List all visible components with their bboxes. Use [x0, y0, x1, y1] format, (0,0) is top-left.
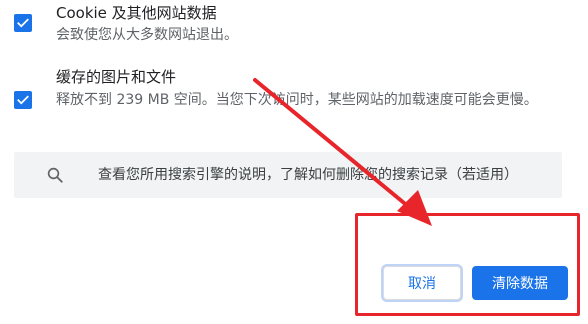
cookies-description: 会致使您从大多数网站退出。 — [56, 27, 238, 43]
annotation-highlight-box — [355, 213, 580, 316]
cookies-checkbox[interactable] — [14, 14, 32, 32]
search-icon — [47, 167, 63, 183]
search-history-text: 查看您所用搜索引擎的说明，了解如何删除您的搜索记录（若适用） — [98, 167, 518, 183]
cookies-title: Cookie 及其他网站数据 — [56, 4, 217, 22]
search-history-link[interactable]: 查看您所用搜索引擎的说明，了解如何删除您的搜索记录（若适用） — [14, 152, 562, 198]
option-cached-files[interactable]: 缓存的图片和文件 释放不到 239 MB 空间。当您下次访问时，某些网站的加载速… — [0, 64, 588, 144]
checkmark-icon — [17, 18, 29, 28]
checkmark-icon — [17, 95, 29, 105]
cached-files-title: 缓存的图片和文件 — [56, 68, 177, 86]
cached-files-checkbox[interactable] — [14, 91, 32, 109]
cached-files-description: 释放不到 239 MB 空间。当您下次访问时，某些网站的加载速度可能会更慢。 — [56, 92, 538, 108]
option-cookies[interactable]: Cookie 及其他网站数据 会致使您从大多数网站退出。 — [0, 0, 588, 50]
